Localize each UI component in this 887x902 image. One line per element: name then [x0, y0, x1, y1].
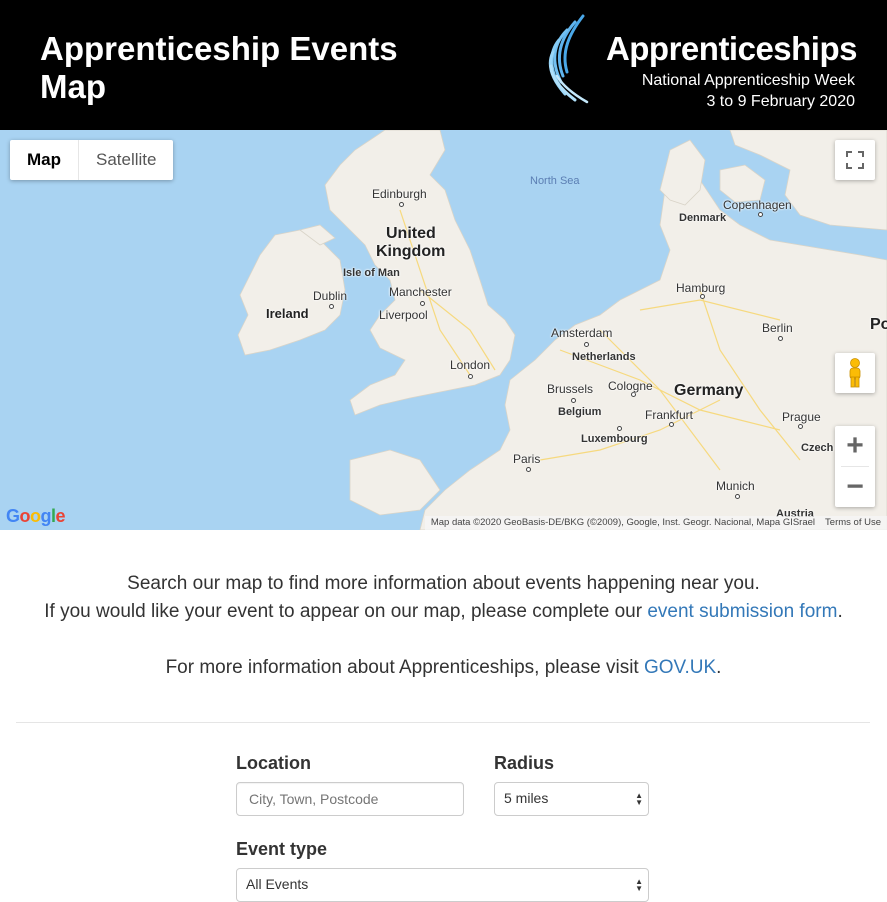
city-marker: [329, 304, 334, 309]
brand-subtitle: National Apprenticeship Week 3 to 9 Febr…: [642, 70, 855, 112]
zoom-out-button[interactable]: −: [835, 467, 875, 507]
map-label-copenhagen: Copenhagen: [723, 198, 792, 212]
map-label-manchester: Manchester: [389, 285, 452, 299]
city-marker: [399, 202, 404, 207]
city-marker: [420, 301, 425, 306]
location-label: Location: [236, 753, 311, 773]
terms-of-use-link[interactable]: Terms of Use: [825, 517, 881, 528]
map-label-kingdom: Kingdom: [376, 243, 446, 260]
map-label-berlin: Berlin: [762, 321, 793, 335]
city-marker: [468, 374, 473, 379]
map-label-isle-of-man: Isle of Man: [343, 267, 400, 279]
google-logo-letter: o: [30, 506, 41, 526]
page-header: Apprenticeship Events Map Apprenticeship…: [0, 0, 887, 130]
map-land: [237, 130, 887, 530]
brand-event-dates: 3 to 9 February 2020: [706, 93, 855, 110]
zoom-control: + −: [835, 426, 875, 507]
location-input[interactable]: [236, 782, 464, 816]
map-label-edinburgh: Edinburgh: [372, 187, 427, 201]
event-type-label: Event type: [236, 839, 328, 859]
select-arrows-icon: ▲ ▼: [635, 791, 643, 807]
map-label-liverpool: Liverpool: [379, 308, 428, 322]
brand-event-name: National Apprenticeship Week: [641, 72, 855, 89]
city-marker: [584, 342, 589, 347]
fullscreen-icon: [846, 151, 864, 169]
map-label-germany: Germany: [674, 382, 744, 399]
city-marker: [778, 336, 783, 341]
info-submission-suffix: .: [837, 601, 843, 622]
google-logo-letter: g: [40, 506, 52, 526]
select-arrows-icon: ▲ ▼: [635, 877, 643, 893]
info-search-text: Search our map to find more information …: [127, 573, 760, 594]
map-label-hamburg: Hamburg: [676, 281, 726, 295]
map-label-denmark: Denmark: [679, 212, 727, 224]
map-label-london: London: [450, 358, 491, 372]
map-label-united: United: [386, 225, 436, 242]
city-marker: [735, 494, 740, 499]
map-label-prague: Prague: [782, 410, 821, 424]
map-data-credit: Map data ©2020 GeoBasis-DE/BKG (©2009), …: [430, 517, 816, 528]
info-section: Search our map to find more information …: [0, 570, 887, 682]
event-submission-form-link[interactable]: event submission form: [647, 601, 837, 622]
google-logo-letter: o: [19, 506, 31, 526]
map-label-munich: Munich: [716, 479, 755, 493]
event-type-selected-value: All Events: [246, 876, 309, 892]
radius-select[interactable]: 5 miles ▲ ▼: [494, 782, 649, 816]
info-submission-text: If you would like your event to appear o…: [0, 598, 887, 626]
radius-selected-value: 5 miles: [504, 790, 549, 806]
city-marker: [669, 422, 674, 427]
govuk-link[interactable]: GOV.UK: [644, 657, 716, 678]
map-label-cologne: Cologne: [608, 379, 653, 393]
map-label-dublin: Dublin: [313, 289, 348, 303]
city-marker: [571, 398, 576, 403]
map-label-amsterdam: Amsterdam: [551, 326, 613, 340]
map-label-belgium: Belgium: [558, 406, 602, 418]
map-label-north-sea: North Sea: [530, 175, 580, 187]
map-label-luxembourg: Luxembourg: [581, 433, 648, 445]
map-label-frankfurt: Frankfurt: [645, 408, 694, 422]
map-type-satellite-button[interactable]: Satellite: [79, 140, 173, 180]
map-label-czech: Czech: [801, 442, 834, 454]
map-label-ireland: Ireland: [266, 306, 309, 321]
city-marker: [617, 426, 622, 431]
apprenticeships-brand: Apprenticeships National Apprenticeship …: [547, 12, 858, 112]
map-label-paris: Paris: [513, 452, 541, 466]
map-type-map-button[interactable]: Map: [10, 140, 78, 180]
events-map[interactable]: Map Satellite + − North Sea Edinburgh Un…: [0, 130, 887, 530]
info-govuk-prefix: For more information about Apprenticeshi…: [165, 657, 644, 678]
info-govuk-text: For more information about Apprenticeshi…: [0, 654, 887, 682]
zoom-in-button[interactable]: +: [835, 426, 875, 466]
radius-label: Radius: [494, 753, 555, 773]
page-title: Apprenticeship Events Map: [40, 30, 398, 105]
city-marker: [798, 424, 803, 429]
map-type-control: Map Satellite: [10, 140, 174, 180]
google-logo-letter: G: [6, 506, 20, 526]
google-logo[interactable]: Google: [6, 506, 66, 527]
fullscreen-button[interactable]: [835, 140, 875, 180]
event-type-select[interactable]: All Events ▲ ▼: [236, 868, 649, 902]
info-govuk-suffix: .: [716, 657, 722, 678]
pegman-icon: [849, 358, 861, 388]
map-label-poland-partial: Po: [870, 316, 887, 333]
section-divider: [16, 722, 870, 723]
street-view-button[interactable]: [835, 353, 875, 393]
city-marker: [526, 467, 531, 472]
google-logo-letter: e: [55, 506, 66, 526]
map-label-brussels: Brussels: [547, 382, 594, 396]
brand-name: Apprenticeships: [605, 30, 858, 67]
map-label-netherlands: Netherlands: [572, 351, 636, 363]
info-submission-prefix: If you would like your event to appear o…: [44, 601, 648, 622]
map-attribution: Map data ©2020 GeoBasis-DE/BKG (©2009), …: [424, 516, 887, 530]
city-marker: [758, 212, 763, 217]
